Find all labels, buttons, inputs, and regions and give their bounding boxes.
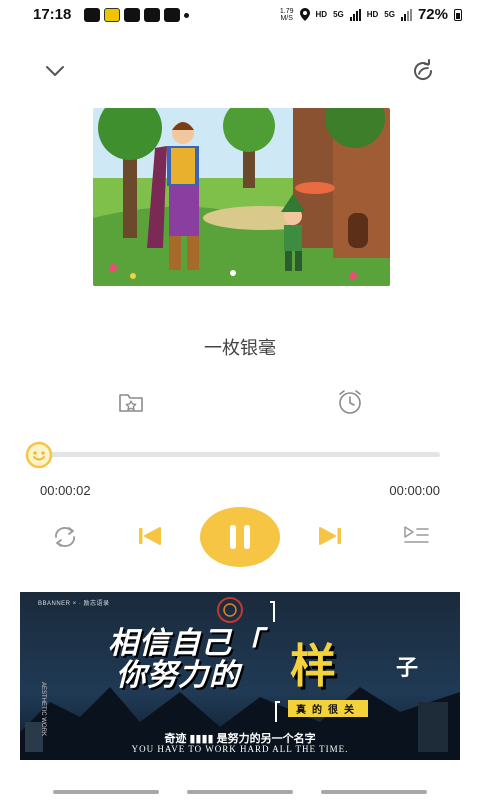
wechat-icon	[124, 8, 140, 22]
chevron-down-icon	[46, 66, 64, 76]
location-icon	[299, 8, 310, 21]
repeat-button[interactable]	[50, 524, 80, 550]
playlist-button[interactable]	[402, 524, 430, 546]
more-dot-icon	[184, 13, 189, 18]
banner-highlight-char: 样	[290, 640, 336, 692]
banner-tag: BBANNER × · 励志语录	[38, 601, 110, 607]
favorite-folder-icon	[119, 394, 143, 412]
previous-button[interactable]	[136, 524, 164, 548]
banner-suffix: 子	[396, 655, 419, 680]
hd-label-2: HD	[366, 10, 379, 19]
nav-home-pill[interactable]	[187, 790, 293, 794]
message-icon	[84, 8, 100, 22]
alarm-timer-button[interactable]	[336, 388, 364, 416]
system-indicators: 1.79 M/S HD 5G HD 5G 72%	[280, 6, 462, 23]
banner-side-text: AESTHETIC WORK	[40, 682, 46, 737]
progress-bar[interactable]	[40, 452, 440, 457]
network-speed-unit: M/S	[280, 14, 293, 22]
signal-icon	[349, 8, 361, 21]
cover-illustration	[93, 108, 390, 286]
skip-previous-icon	[139, 527, 161, 545]
total-time: 00:00:00	[389, 483, 440, 498]
share-button[interactable]	[410, 58, 436, 84]
document-icon	[164, 8, 180, 22]
album-cover	[93, 108, 390, 286]
status-time: 17:18	[33, 6, 72, 23]
battery-icon	[454, 8, 462, 21]
banner-english-line: YOU HAVE TO WORK HARD ALL THE TIME.	[131, 744, 349, 754]
favorite-button[interactable]	[118, 390, 144, 414]
network-label-2: 5G	[384, 10, 395, 19]
app-notification-icon	[104, 8, 120, 22]
alarm-clock-icon	[339, 390, 361, 414]
pause-button[interactable]	[199, 506, 281, 568]
app-icon	[144, 8, 160, 22]
network-label-1: 5G	[333, 10, 344, 19]
battery-percent: 72%	[417, 6, 448, 23]
track-title: 一枚银毫	[204, 338, 276, 358]
banner-pill: 真的很关	[288, 700, 368, 717]
status-bar: 17:18 1.79 M/S HD 5G HD 5G 72%	[0, 0, 480, 30]
pause-icon	[200, 507, 280, 567]
ad-banner[interactable]: BBANNER × · 励志语录 AESTHETIC WORK 相信自己「 你努…	[20, 592, 460, 760]
share-icon	[414, 59, 433, 80]
skip-next-icon	[319, 527, 341, 545]
nav-back-pill[interactable]	[53, 790, 159, 794]
network-speed: 1.79 M/S	[280, 8, 294, 22]
banner-headline-2: 你努力的	[116, 659, 240, 692]
progress-thumb[interactable]	[25, 441, 53, 469]
nav-recents-pill[interactable]	[321, 790, 427, 794]
network-speed-value: 1.79	[279, 7, 294, 15]
hd-label-1: HD	[315, 10, 328, 19]
signal-icon-2	[400, 8, 412, 21]
collapse-button[interactable]	[42, 58, 68, 84]
next-button[interactable]	[316, 524, 344, 548]
elapsed-time: 00:00:02	[40, 483, 91, 498]
repeat-icon	[55, 527, 75, 547]
smiley-thumb-icon	[25, 441, 53, 469]
playlist-icon	[404, 526, 429, 543]
notification-icons	[84, 8, 189, 22]
